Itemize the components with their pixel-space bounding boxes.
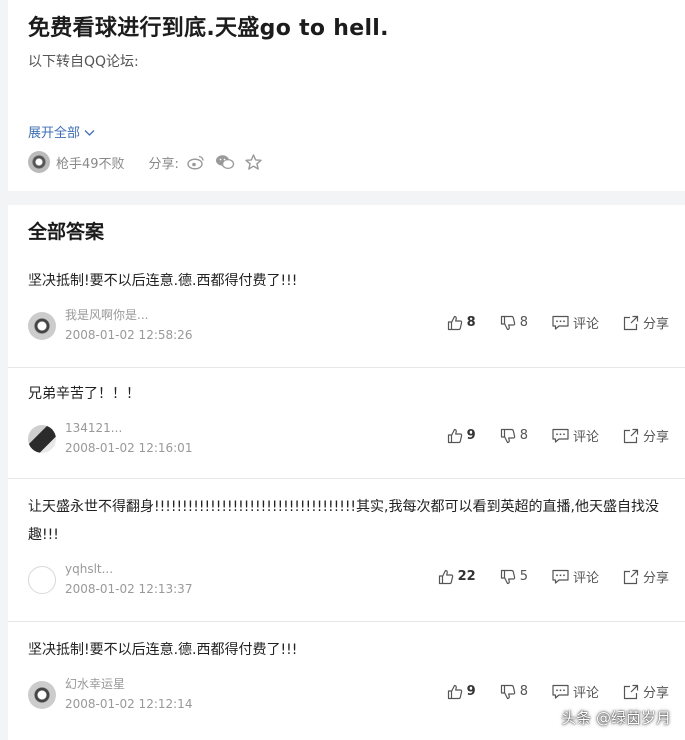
question-author[interactable]: 枪手49不败 [56,153,125,172]
dislike-count: 8 [519,428,528,443]
thumbs-down-icon [500,569,515,584]
share-icon [623,315,639,330]
answer-actions: 9 8 评论 分享 [447,682,669,701]
thumbs-up-icon [447,428,462,443]
star-icon[interactable] [245,154,262,170]
source-watermark: 头条 @绿茵岁月 [561,709,671,727]
like-button[interactable]: 8 [447,315,476,331]
user-avatar-icon[interactable] [28,680,56,709]
answer-text: 坚决抵制!要不以后连意.德.西都得付费了!!! [28,273,298,289]
share-icon [623,569,639,584]
answer-date: 2008-01-02 12:12:14 [65,697,193,711]
comment-button[interactable]: 评论 [552,426,599,445]
weibo-icon[interactable] [187,154,205,170]
share-icon [623,428,639,443]
answers-card: 全部答案 坚决抵制!要不以后连意.德.西都得付费了!!! 我是风啊你是... 2… [8,205,685,740]
comment-label: 评论 [572,430,599,445]
like-count: 8 [466,315,476,330]
dislike-button[interactable]: 5 [500,569,528,585]
answer-item: 兄弟辛苦了！！！ 134121... 2008-01-02 12:16:01 9… [8,368,685,479]
question-card: 免费看球进行到底.天盛go to hell. 以下转自QQ论坛: 展开全部 枪手… [8,0,685,191]
answer-actions: 22 5 评论 分享 [438,567,669,586]
like-button[interactable]: 22 [438,569,476,585]
answer-date: 2008-01-02 12:13:37 [65,582,193,596]
dislike-count: 8 [519,684,528,699]
share-label: 分享 [642,686,669,701]
comment-label: 评论 [572,686,599,701]
like-count: 22 [457,569,476,584]
like-count: 9 [466,684,476,699]
expand-label: 展开全部 [28,126,81,141]
user-avatar-icon[interactable] [28,151,50,173]
thumbs-up-icon [447,315,462,330]
like-count: 9 [466,428,476,443]
comment-icon [552,684,569,699]
user-avatar-icon[interactable] [28,424,56,453]
like-button[interactable]: 9 [447,428,476,444]
answer-actions: 8 8 评论 分享 [447,313,669,332]
share-button[interactable]: 分享 [623,682,669,701]
thumbs-down-icon [500,315,515,330]
comment-button[interactable]: 评论 [552,313,599,332]
answer-item: 坚决抵制!要不以后连意.德.西都得付费了!!! 我是风啊你是... 2008-0… [8,255,685,368]
answer-text: 坚决抵制!要不以后连意.德.西都得付费了!!! [28,642,298,658]
share-icon [623,684,639,699]
share-label: 分享 [642,430,669,445]
share-button[interactable]: 分享 [623,426,669,445]
share-label: 分享 [642,571,669,586]
question-body: 以下转自QQ论坛: [28,54,139,70]
comment-icon [552,569,569,584]
author-name[interactable]: yqhslt... [65,561,192,578]
share-label: 分享 [642,317,669,332]
thumbs-down-icon [500,684,515,699]
comment-icon [552,315,569,330]
thumbs-up-icon [438,569,453,584]
expand-all-button[interactable]: 展开全部 [28,122,95,141]
answer-text: 让天盛永世不得翻身!!!!!!!!!!!!!!!!!!!!!!!!!!!!!!!… [28,499,659,543]
dislike-button[interactable]: 8 [500,428,528,444]
chevron-down-icon [84,127,95,140]
answers-header: 全部答案 [28,221,105,243]
share-button[interactable]: 分享 [623,567,669,586]
user-avatar-icon[interactable] [28,311,56,340]
comment-label: 评论 [572,317,599,332]
dislike-button[interactable]: 8 [500,684,528,700]
answer-item: 让天盛永世不得翻身!!!!!!!!!!!!!!!!!!!!!!!!!!!!!!!… [8,479,685,622]
question-meta: 枪手49不败 分享: [28,150,272,174]
author-name[interactable]: 我是风啊你是... [65,307,192,324]
question-title: 免费看球进行到底.天盛go to hell. [28,16,389,41]
thumbs-down-icon [500,428,515,443]
dislike-button[interactable]: 8 [500,315,528,331]
user-avatar-icon[interactable] [28,565,56,594]
like-button[interactable]: 9 [447,684,476,700]
dislike-count: 5 [519,569,528,584]
answer-date: 2008-01-02 12:16:01 [65,441,193,455]
author-name[interactable]: 幻水幸运星 [65,676,192,693]
thumbs-up-icon [447,684,462,699]
comment-icon [552,428,569,443]
author-name[interactable]: 134121... [65,420,192,437]
share-label: 分享: [148,156,179,172]
answer-date: 2008-01-02 12:58:26 [65,328,193,342]
answer-author: 我是风啊你是... 2008-01-02 12:58:26 [28,307,192,344]
wechat-icon[interactable] [215,154,235,170]
comment-button[interactable]: 评论 [552,682,599,701]
comment-button[interactable]: 评论 [552,567,599,586]
answer-text: 兄弟辛苦了！！！ [28,386,140,402]
dislike-count: 8 [519,315,528,330]
answer-actions: 9 8 评论 分享 [447,426,669,445]
comment-label: 评论 [572,571,599,586]
answer-author: 134121... 2008-01-02 12:16:01 [28,420,192,457]
answer-author: 幻水幸运星 2008-01-02 12:12:14 [28,676,192,713]
answer-author: yqhslt... 2008-01-02 12:13:37 [28,561,192,598]
share-button[interactable]: 分享 [623,313,669,332]
